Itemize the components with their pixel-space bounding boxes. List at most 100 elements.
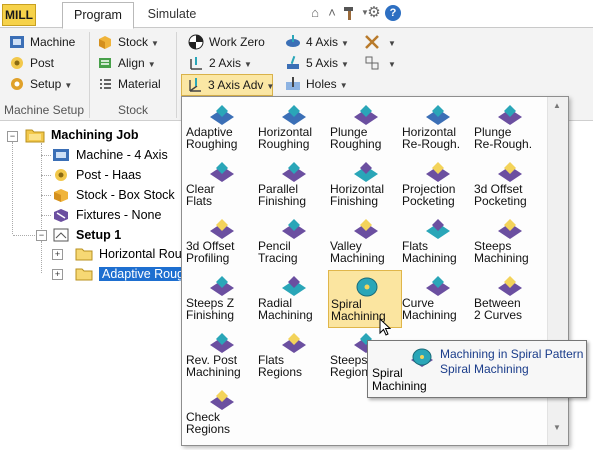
scroll-down-icon[interactable]: ▼ — [553, 423, 561, 432]
post-button[interactable]: Post — [9, 53, 54, 73]
four-axis-button[interactable]: 4 Axis ▼ — [285, 32, 349, 52]
tree-item-machining-job[interactable]: Machining Job — [25, 125, 139, 145]
stock-box-icon — [99, 35, 111, 49]
tree-item-fixtures[interactable]: Fixtures - None — [52, 205, 161, 225]
tree-item-adaptive-roughing[interactable]: Adaptive Rough — [75, 264, 194, 284]
plunge-roughing-icon — [354, 105, 378, 125]
menu-item-label: Steeps Machining — [474, 240, 544, 264]
home-icon[interactable]: ⌂ — [307, 5, 323, 21]
menu-item-3d-offset-profiling[interactable]: 3d Offset Profiling — [184, 213, 256, 269]
horizontal-finishing-icon — [354, 162, 378, 182]
menu-item-projection-pocketing[interactable]: Projection Pocketing — [400, 156, 472, 212]
tree-item-horizontal-roughing[interactable]: Horizontal Roug — [75, 244, 189, 264]
four-axis-icon — [286, 34, 300, 47]
check-regions-icon — [210, 390, 234, 410]
menu-item-label: Radial Machining — [258, 297, 328, 321]
tree-line — [41, 215, 51, 216]
folder-icon — [75, 248, 93, 261]
steeps-z-finishing-icon — [210, 276, 234, 296]
group-label-machine-setup: Machine Setup — [3, 103, 85, 117]
setup-icon — [53, 228, 69, 242]
menu-item-clear-flats[interactable]: Clear Flats — [184, 156, 256, 212]
plunge-re-roughing-icon — [498, 105, 522, 125]
two-axis-icon — [190, 56, 202, 70]
menu-item-horizontal-re-roughing[interactable]: Horizontal Re-Rough. — [400, 99, 472, 155]
menu-item-label-line2: Machining — [474, 251, 529, 265]
menu-item-rev-post-machining[interactable]: Rev. Post Machining — [184, 327, 256, 383]
scroll-up-icon[interactable]: ▲ — [553, 101, 561, 110]
expand-toggle[interactable]: + — [52, 269, 63, 280]
three-axis-adv-button[interactable]: 3 Axis Adv ▼ — [181, 74, 274, 96]
chevron-down-icon: ▼ — [388, 60, 396, 69]
three-axis-icon — [189, 77, 201, 92]
menu-item-steeps-z-finishing[interactable]: Steeps Z Finishing — [184, 270, 256, 326]
holes-icon — [286, 76, 300, 90]
hammer-icon[interactable] — [342, 5, 358, 21]
radial-machining-icon — [282, 276, 306, 296]
menu-item-adaptive-roughing[interactable]: Adaptive Roughing — [184, 99, 256, 155]
menu-item-plunge-roughing[interactable]: Plunge Roughing — [328, 99, 400, 155]
menu-item-label-line2: Pocketing — [474, 194, 527, 208]
menu-item-label-line2: Tracing — [258, 251, 298, 265]
horizontal-re-roughing-icon — [426, 105, 450, 125]
tree-item-setup[interactable]: Setup 1 — [52, 225, 121, 245]
parallel-finishing-icon — [282, 162, 306, 182]
tree-label: Machining Job — [51, 128, 139, 142]
machine-icon — [10, 35, 24, 48]
menu-item-steeps-machining[interactable]: Steeps Machining — [472, 213, 544, 269]
menu-item-label: Steeps Z Finishing — [186, 297, 256, 321]
menu-item-label-line2: Flats — [186, 194, 213, 208]
tree-label: Setup 1 — [76, 228, 122, 242]
stock-button[interactable]: Stock ▼ — [97, 32, 159, 52]
menu-item-valley-machining[interactable]: Valley Machining — [328, 213, 400, 269]
tools-button[interactable]: ▼ — [364, 32, 396, 52]
work-zero-button[interactable]: Work Zero — [188, 32, 265, 52]
menu-item-label-line2: Machining — [330, 251, 385, 265]
menu-item-flats-machining[interactable]: Flats Machining — [400, 213, 472, 269]
tab-simulate[interactable]: Simulate — [137, 2, 207, 26]
collapse-toggle[interactable]: − — [36, 230, 47, 241]
menu-item-horizontal-roughing[interactable]: Horizontal Roughing — [256, 99, 328, 155]
two-axis-button[interactable]: 2 Axis ▼ — [188, 53, 252, 73]
fixtures-icon — [54, 208, 68, 222]
tree-item-stock[interactable]: Stock - Box Stock — [52, 185, 175, 205]
transform-button[interactable]: ▼ — [364, 53, 396, 73]
expand-toggle[interactable]: + — [52, 249, 63, 260]
help-icon[interactable]: ? — [385, 5, 401, 21]
menu-item-label: 3d Offset Profiling — [186, 240, 256, 264]
tree-line — [41, 195, 51, 196]
material-button[interactable]: Material — [97, 74, 161, 94]
tree-line — [12, 142, 13, 234]
gear-icon[interactable]: ⚙ — [366, 5, 382, 21]
menu-item-label-line2: 2 Curves — [474, 308, 523, 322]
menu-item-plunge-re-roughing[interactable]: Plunge Re-Rough. — [472, 99, 544, 155]
mouse-cursor-icon — [379, 318, 391, 336]
menu-item-check-regions[interactable]: Check Regions — [184, 384, 256, 440]
menu-item-horizontal-finishing[interactable]: Horizontal Finishing — [328, 156, 400, 212]
tooltip-description: Machining in Spiral Pattern — [440, 347, 584, 361]
tree-item-post[interactable]: Post - Haas — [52, 165, 141, 185]
menu-item-label: Adaptive Roughing — [186, 126, 256, 150]
five-axis-button[interactable]: 5 Axis ▼ — [285, 53, 349, 73]
chevron-down-icon: ▼ — [339, 81, 348, 90]
menu-item-flats-regions[interactable]: Flats Regions — [256, 327, 328, 383]
mill-app-button[interactable]: MILL — [2, 4, 36, 26]
menu-item-parallel-finishing[interactable]: Parallel Finishing — [256, 156, 328, 212]
tools-icon — [365, 34, 379, 49]
tooltip-title: Spiral Machining — [372, 367, 427, 393]
holes-button[interactable]: Holes ▼ — [285, 74, 348, 94]
menu-item-between-2-curves[interactable]: Between 2 Curves — [472, 270, 544, 326]
machine-button[interactable]: Machine — [9, 32, 75, 52]
menu-item-3d-offset-pocketing[interactable]: 3d Offset Pocketing — [472, 156, 544, 212]
collapse-toggle[interactable]: − — [7, 131, 18, 142]
tree-item-machine[interactable]: Machine - 4 Axis — [52, 145, 168, 165]
setup-icon — [11, 77, 23, 90]
menu-item-radial-machining[interactable]: Radial Machining — [256, 270, 328, 326]
align-button[interactable]: Align ▼ — [97, 53, 156, 73]
chevron-up-icon[interactable]: ˄ — [324, 5, 340, 21]
menu-item-curve-machining[interactable]: Curve Machining — [400, 270, 472, 326]
tab-program[interactable]: Program — [62, 2, 134, 29]
menu-item-label-line2: Machining — [402, 308, 457, 322]
setup-button[interactable]: Setup ▼ — [9, 74, 72, 94]
menu-item-pencil-tracing[interactable]: Pencil Tracing — [256, 213, 328, 269]
